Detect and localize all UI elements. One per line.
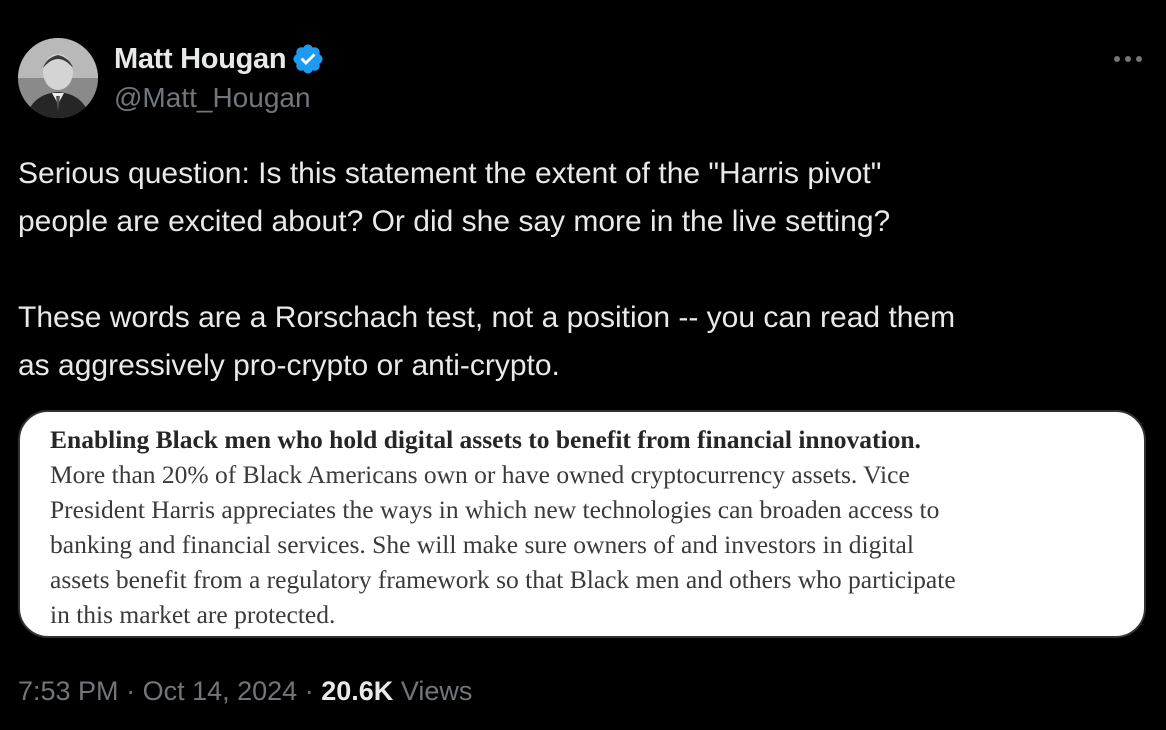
tweet-text: Serious question: Is this statement the … — [18, 150, 1138, 390]
avatar[interactable] — [18, 38, 98, 118]
meta-separator: · — [304, 676, 314, 706]
author-handle[interactable]: @Matt_Hougan — [114, 82, 311, 114]
views-label[interactable]: Views — [401, 676, 473, 706]
profile-photo — [18, 38, 98, 118]
attached-image[interactable]: Enabling Black men who hold digital asse… — [18, 410, 1146, 638]
views-count[interactable]: 20.6K — [321, 676, 393, 706]
tweet-line: These words are a Rorschach test, not a … — [18, 301, 956, 334]
verified-badge-icon[interactable] — [291, 42, 325, 76]
author-name-row[interactable]: Matt Hougan — [114, 41, 325, 77]
meta-separator: · — [126, 676, 136, 706]
tweet-date[interactable]: Oct 14, 2024 — [143, 676, 298, 706]
document-excerpt: Enabling Black men who hold digital asse… — [50, 422, 1140, 632]
more-options-button[interactable] — [1108, 44, 1148, 74]
document-line: banking and financial services. She will… — [50, 530, 914, 559]
author-display-name[interactable]: Matt Hougan — [114, 43, 287, 76]
document-line: President Harris appreciates the ways in… — [50, 495, 940, 524]
tweet-meta: 7:53 PM · Oct 14, 2024 · 20.6K Views — [18, 676, 472, 707]
document-line: assets benefit from a regulatory framewo… — [50, 565, 956, 594]
document-heading: Enabling Black men who hold digital asse… — [50, 425, 921, 454]
document-line: More than 20% of Black Americans own or … — [50, 460, 910, 489]
tweet-time[interactable]: 7:53 PM — [18, 676, 119, 706]
tweet-line: as aggressively pro-crypto or anti-crypt… — [18, 349, 560, 382]
tweet-line: Serious question: Is this statement the … — [18, 157, 882, 190]
tweet-line: people are excited about? Or did she say… — [18, 205, 891, 238]
more-horizontal-icon — [1114, 56, 1142, 62]
document-line: in this market are protected. — [50, 600, 336, 629]
